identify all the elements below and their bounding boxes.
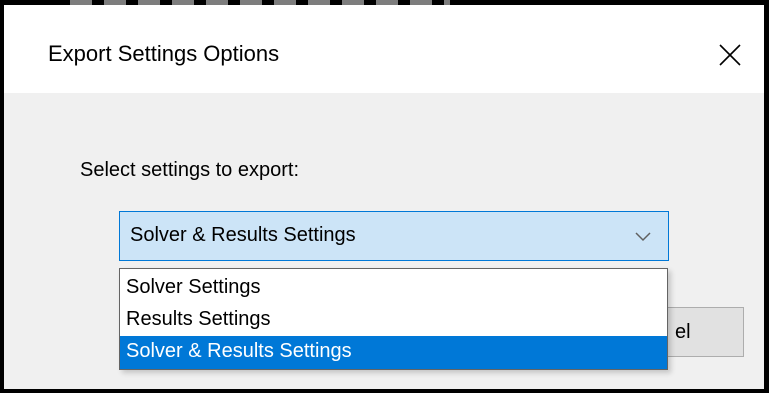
window-border-bottom — [0, 389, 769, 393]
settings-dropdown-list: Solver Settings Results Settings Solver … — [119, 268, 668, 370]
dialog-titlebar: Export Settings Options — [4, 5, 764, 93]
close-button[interactable] — [708, 33, 752, 77]
dropdown-option-solver-settings[interactable]: Solver Settings — [120, 272, 667, 302]
dropdown-option-results-settings[interactable]: Results Settings — [120, 304, 667, 334]
dialog-title: Export Settings Options — [48, 41, 280, 66]
dropdown-option-solver-results-settings[interactable]: Solver & Results Settings — [120, 336, 667, 369]
window-border-left — [0, 0, 4, 393]
combobox-selected-value: Solver & Results Settings — [130, 224, 356, 246]
export-prompt-label: Select settings to export: — [80, 159, 300, 181]
chevron-down-icon — [635, 232, 651, 242]
close-icon — [719, 44, 741, 66]
settings-combobox[interactable]: Solver & Results Settings — [119, 211, 669, 261]
window-border-right — [764, 0, 769, 393]
